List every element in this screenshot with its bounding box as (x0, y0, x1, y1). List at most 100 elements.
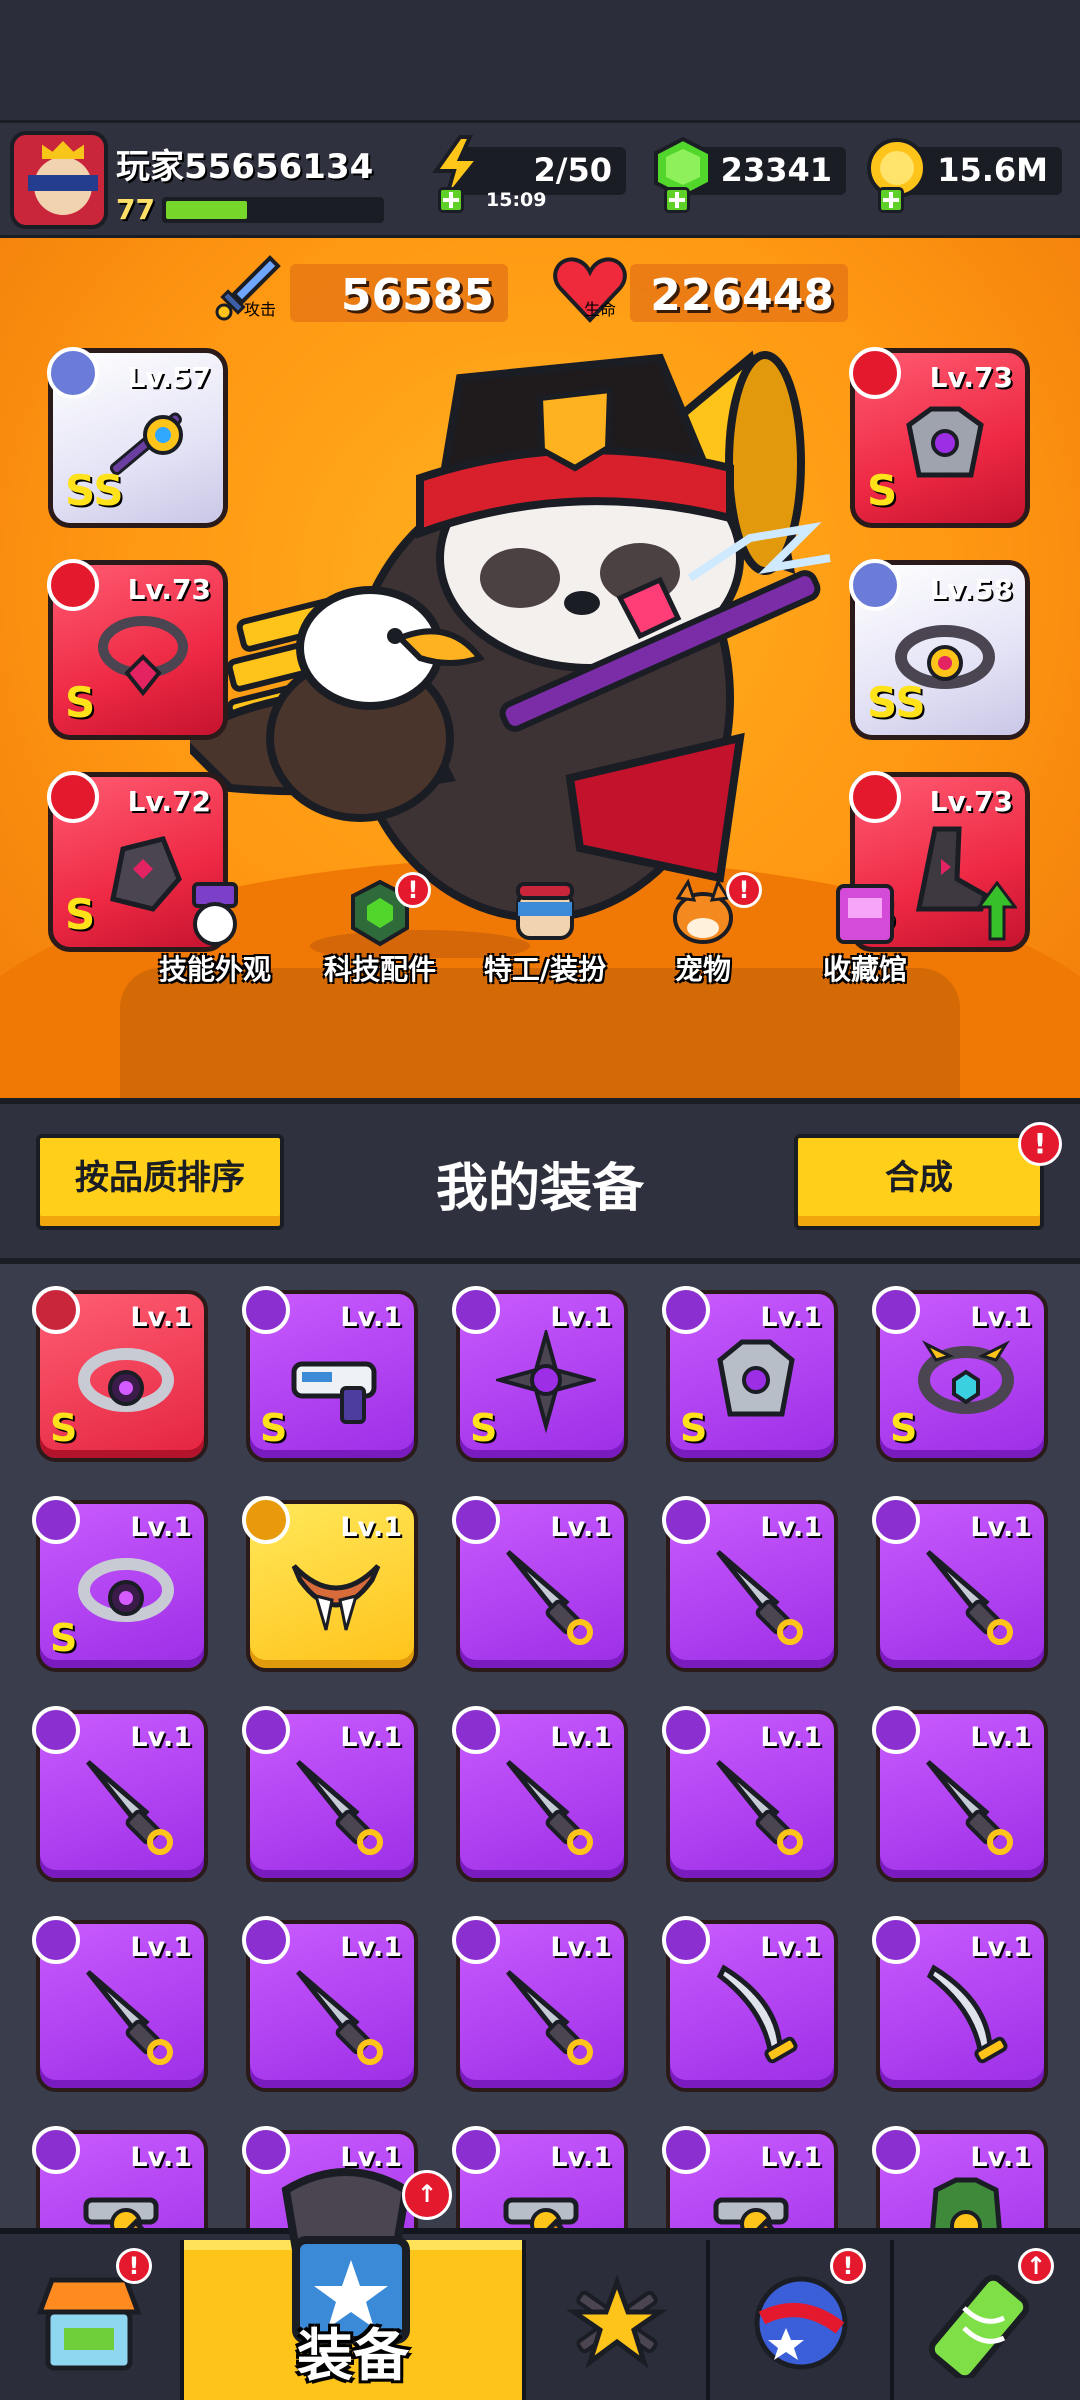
equipment-item[interactable]: Lv.1 (662, 1706, 838, 1882)
nav-tab-world[interactable]: ! (710, 2240, 894, 2400)
character-avatar (190, 350, 831, 958)
slot-grade: SS (867, 678, 926, 727)
add-energy-button[interactable] (438, 187, 464, 213)
equipment-item[interactable]: Lv.1 (662, 1916, 838, 2092)
menu-agent-outfit[interactable]: 特工/装扮 (470, 878, 620, 988)
nav-tab-shop[interactable]: ! (0, 2240, 184, 2400)
equipment-item[interactable]: Lv.1 (452, 2126, 628, 2228)
equipment-item[interactable]: Lv.1 (32, 1916, 208, 2092)
gear-slot-armor[interactable]: Lv.73 S (849, 347, 1030, 528)
item-level: Lv.1 (340, 1932, 402, 1963)
slot-level: Lv.73 (929, 785, 1013, 818)
item-level: Lv.1 (970, 1302, 1032, 1333)
equipment-item[interactable]: Lv.1 (32, 2126, 208, 2228)
player-level: 77 (116, 193, 155, 226)
item-level: Lv.1 (130, 2142, 192, 2173)
sort-by-quality-button[interactable]: 按品质排序 (36, 1134, 284, 1230)
item-level: Lv.1 (970, 1932, 1032, 1963)
equipment-item[interactable]: Lv.1 (662, 2126, 838, 2228)
equipment-item[interactable]: Lv.1 S (452, 1286, 628, 1462)
attack-stat: 56585 (290, 264, 508, 322)
hp-value: 226448 (650, 270, 834, 321)
gold-value: 15.6M (937, 151, 1048, 189)
menu-collection[interactable]: 收藏馆 (790, 878, 940, 988)
menu-label: 宠物 (674, 953, 731, 986)
item-level: Lv.1 (130, 1302, 192, 1333)
nav-tab-evolution[interactable]: ↑ (894, 2240, 1080, 2400)
menu-skill-appearance[interactable]: 技能外观 (140, 878, 290, 988)
fang-icon (286, 1540, 386, 1650)
character-stage: 56585 攻击 226448 生命 Lv.57 SS Lv.73 S Lv.7… (0, 238, 1080, 1098)
item-type-icon (872, 1496, 920, 1544)
belt-type-icon (849, 559, 901, 611)
equipment-item[interactable]: Lv.1 (872, 2126, 1048, 2228)
energy-counter[interactable]: 2/50 (432, 135, 626, 201)
equipment-item[interactable]: Lv.1 (452, 1706, 628, 1882)
equipment-item[interactable]: Lv.1 (872, 1496, 1048, 1672)
equipment-item[interactable]: Lv.1 S (32, 1286, 208, 1462)
kunai-icon (916, 1540, 1016, 1650)
item-type-icon (872, 1916, 920, 1964)
slot-level: Lv.73 (929, 361, 1013, 394)
equipment-item[interactable]: Lv.1 (872, 1916, 1048, 2092)
equipment-item[interactable]: Lv.1 S (242, 1286, 418, 1462)
add-gems-button[interactable] (664, 187, 690, 213)
item-level: Lv.1 (340, 1302, 402, 1333)
equipment-item[interactable]: Lv.1 (242, 1916, 418, 2092)
equipment-item[interactable]: Lv.1 S (872, 1286, 1048, 1462)
boot-type-icon (849, 771, 901, 823)
kunai-icon (706, 1750, 806, 1860)
equipment-item[interactable]: Lv.1 S (662, 1286, 838, 1462)
add-gold-button[interactable] (878, 187, 904, 213)
player-avatar[interactable] (10, 131, 108, 229)
equipment-item[interactable]: Lv.1 (452, 1916, 628, 2092)
gear-slot-necklace[interactable]: Lv.73 S (47, 559, 228, 740)
slot-level: Lv.72 (127, 785, 211, 818)
equipment-item[interactable]: Lv.1 (32, 1706, 208, 1882)
armor-icon (906, 406, 984, 478)
gem-counter[interactable]: 23341 (654, 136, 846, 200)
item-level: Lv.1 (970, 2142, 1032, 2173)
equipment-item[interactable]: Lv.1 (662, 1496, 838, 1672)
item-type-icon (32, 2126, 80, 2174)
item-type-icon (452, 1706, 500, 1754)
gear-slot-weapon[interactable]: Lv.57 SS (47, 347, 228, 528)
notification-badge: ! (116, 2248, 152, 2284)
necklace-type-icon (47, 559, 99, 611)
slot-grade: S (867, 466, 898, 515)
energy-value: 2/50 (533, 151, 612, 189)
equipment-item[interactable]: Lv.1 (242, 1496, 418, 1672)
slot-level: Lv.73 (127, 573, 211, 606)
gear-slot-belt[interactable]: Lv.58 SS (849, 559, 1030, 740)
item-grade: S (260, 1406, 288, 1450)
menu-tech-parts[interactable]: 科技配件 ! (305, 872, 455, 988)
attack-label: 攻击 (244, 300, 277, 319)
equipment-item[interactable]: Lv.1 S (32, 1496, 208, 1672)
item-type-icon (452, 2126, 500, 2174)
equipment-item[interactable]: Lv.1 (872, 1706, 1048, 1882)
gem-value: 23341 (720, 151, 832, 189)
notification-badge: ! (395, 872, 431, 908)
kunai-icon (916, 1750, 1016, 1860)
equipment-item[interactable]: Lv.1 (452, 1496, 628, 1672)
item-level: Lv.1 (340, 1722, 402, 1753)
nav-tab-equipment[interactable]: ↑ 装备 (184, 2168, 526, 2400)
item-level: Lv.1 (760, 1722, 822, 1753)
merge-button[interactable]: 合成 (794, 1134, 1044, 1230)
gold-counter[interactable]: 15.6M (867, 138, 1062, 198)
armor-icon (706, 1330, 806, 1440)
menu-label: 科技配件 (323, 953, 436, 986)
item-level: Lv.1 (760, 1512, 822, 1543)
vest-icon (916, 2170, 1016, 2228)
revolver-icon (706, 2170, 806, 2228)
equipment-item[interactable]: Lv.1 (242, 1706, 418, 1882)
stars-icon (565, 2274, 669, 2369)
item-grade: S (890, 1406, 918, 1450)
kunai-icon (496, 1750, 596, 1860)
nav-active-label: 装备 (297, 2324, 409, 2389)
upgrade-badge: ↑ (1018, 2248, 1054, 2284)
nav-tab-talents[interactable] (526, 2240, 710, 2400)
item-type-icon (32, 1496, 80, 1544)
game-screen: 玩家55656134 77 2/50 15:09 23341 15.6M 565… (0, 0, 1080, 2400)
menu-pet[interactable]: 宠物 ! (628, 872, 778, 988)
